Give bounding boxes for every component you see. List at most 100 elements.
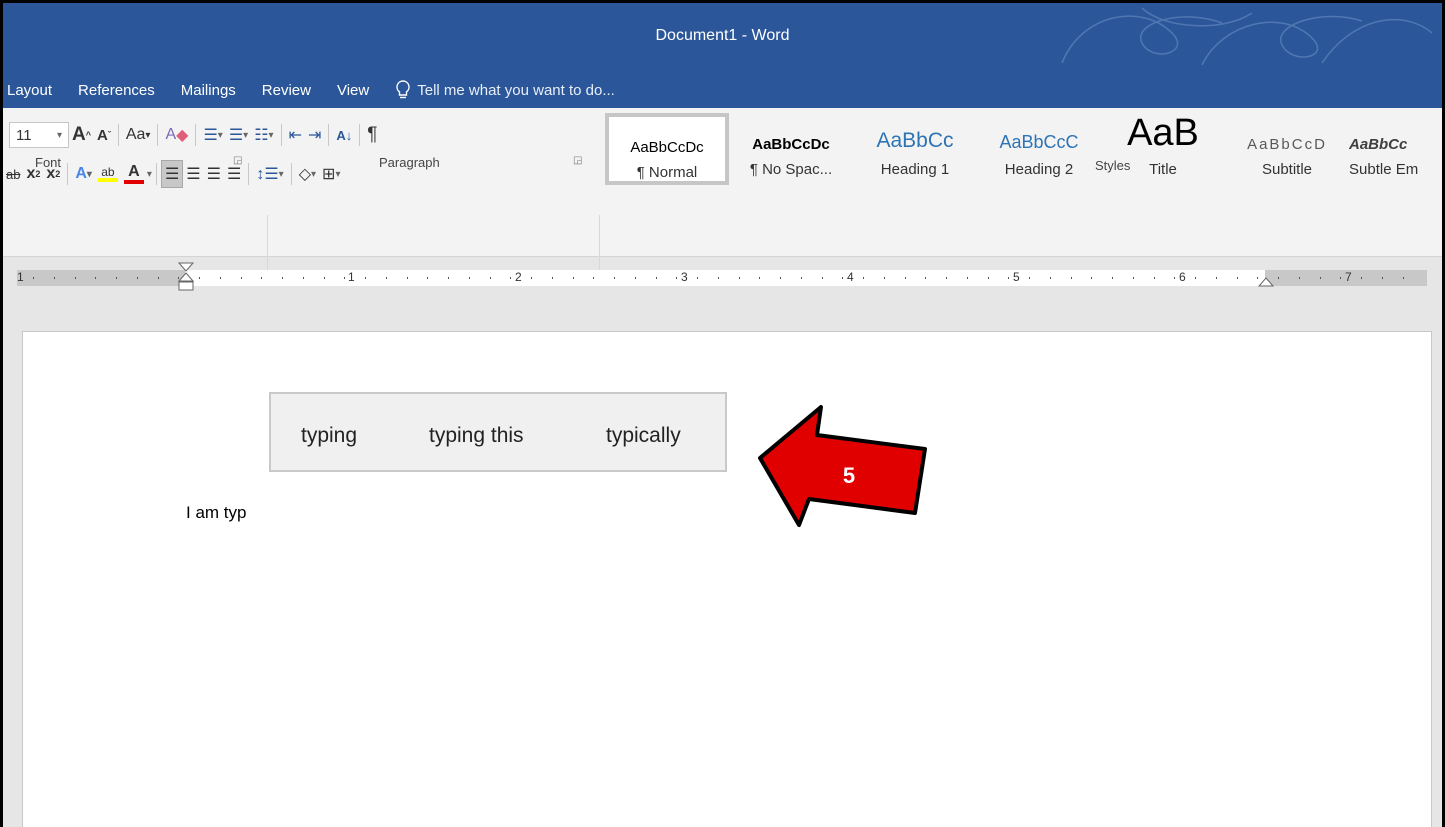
ruler-tick — [1216, 277, 1217, 279]
ruler-tick — [614, 277, 615, 279]
strikethrough-icon[interactable]: ab — [3, 161, 23, 187]
ruler-tick — [448, 277, 449, 279]
ruler-tick — [261, 277, 262, 279]
ruler-tick — [1340, 277, 1341, 279]
shading-icon[interactable]: ◇ ▾ — [296, 161, 319, 187]
divider — [248, 163, 250, 185]
dialog-launcher-icon[interactable]: ◲ — [233, 155, 242, 166]
ruler-tick — [822, 277, 823, 279]
dialog-launcher-icon[interactable]: ◲ — [573, 155, 582, 166]
suggestion-item[interactable]: typing — [301, 424, 357, 448]
style-subtitle[interactable]: AaBbCcD Subtitle — [1225, 113, 1349, 185]
divider — [117, 124, 119, 146]
ruler-number: 1 — [17, 270, 24, 284]
suggestion-item[interactable]: typically — [606, 424, 681, 448]
right-indent-marker-icon[interactable] — [1258, 262, 1274, 292]
align-right-icon[interactable]: ☰ — [204, 161, 224, 187]
style-sample: AaB — [1127, 113, 1199, 153]
ruler-tick — [324, 277, 325, 279]
divider — [155, 163, 157, 185]
style-heading-1[interactable]: AaBbCc Heading 1 — [853, 113, 977, 185]
document-page[interactable] — [22, 331, 1432, 827]
ruler-tick — [116, 277, 117, 279]
horizontal-ruler[interactable]: 1 1 2 3 4 5 6 7 — [3, 262, 1442, 292]
style-name: Subtle Em — [1349, 161, 1419, 178]
document-text[interactable]: I am typ — [186, 503, 246, 523]
ruler-tick — [490, 277, 491, 279]
divider — [359, 124, 361, 146]
ruler-tick — [344, 277, 345, 279]
align-left-icon[interactable]: ☰ — [160, 160, 184, 188]
ruler-tick — [1050, 277, 1051, 279]
ruler-tick — [967, 277, 968, 279]
style-heading-2[interactable]: AaBbCcC Heading 2 — [977, 113, 1101, 185]
ruler-tick — [1195, 277, 1196, 279]
style-name: Heading 2 — [1004, 161, 1074, 178]
ruler-tick — [1029, 277, 1030, 279]
ruler-tick — [95, 277, 96, 279]
ruler-tick — [1382, 277, 1383, 279]
tab-view[interactable]: View — [337, 82, 369, 99]
paragraph-group-label: Paragraph — [379, 155, 440, 170]
ruler-tick — [676, 277, 677, 279]
ruler-tick — [75, 277, 76, 279]
sort-icon[interactable]: A↓ — [333, 122, 355, 148]
divider — [157, 124, 159, 146]
ruler-tick — [365, 277, 366, 279]
font-size-value: 11 — [16, 126, 32, 144]
change-case-icon[interactable]: Aa ▾ — [123, 122, 154, 148]
divider — [67, 163, 69, 185]
tell-me-search[interactable]: Tell me what you want to do... — [395, 80, 615, 100]
style-no-spacing[interactable]: AaBbCcDc ¶ No Spac... — [729, 113, 853, 185]
line-spacing-icon[interactable]: ↕☰ ▾ — [253, 161, 286, 187]
divider — [195, 124, 197, 146]
ruler-number: 3 — [681, 270, 688, 284]
ruler-tick — [863, 277, 864, 279]
text-prediction-popup: typing typing this typically — [269, 392, 727, 472]
style-subtle-emphasis[interactable]: AaBbCc Subtle Em — [1349, 113, 1429, 185]
clear-formatting-icon[interactable]: A ◆ — [162, 122, 191, 148]
suggestion-item[interactable]: typing this — [429, 424, 524, 448]
callout-arrow-icon: 5 — [758, 405, 927, 527]
ruler-tick — [158, 277, 159, 279]
font-row-1: 11 ▾ A ^ Aˇ Aa ▾ A ◆ ☰ ▾ ☰ ▾ ☷ ▾ ⇤ ⇥ A↓ ¶ — [9, 122, 380, 148]
style-title[interactable]: AaB Title — [1101, 113, 1225, 185]
bullets-icon[interactable]: ☰ ▾ — [200, 122, 225, 148]
font-color-icon[interactable]: A — [121, 161, 147, 187]
tab-references[interactable]: References — [78, 82, 155, 99]
shrink-font-icon[interactable]: Aˇ — [94, 122, 114, 148]
text-effects-icon[interactable]: A ▾ — [72, 161, 95, 187]
ruler-tick — [552, 277, 553, 279]
font-size-box[interactable]: 11 ▾ — [9, 122, 69, 148]
decorative-swirl — [1061, 7, 1433, 66]
callout-number: 5 — [843, 463, 855, 488]
borders-icon[interactable]: ⊞ ▾ — [319, 161, 343, 187]
increase-indent-icon[interactable]: ⇥ — [305, 122, 324, 148]
ruler-number: 1 — [348, 270, 355, 284]
tab-review[interactable]: Review — [262, 82, 311, 99]
ruler-tick — [1403, 277, 1404, 279]
style-sample: AaBbCc — [1349, 136, 1408, 153]
align-center-icon[interactable]: ☰ — [183, 161, 203, 187]
ribbon-tabs: Layout References Mailings Review View T… — [3, 77, 615, 103]
multilevel-list-icon[interactable]: ☷ ▾ — [251, 122, 276, 148]
ruler-tick — [635, 277, 636, 279]
tab-mailings[interactable]: Mailings — [181, 82, 236, 99]
tab-layout[interactable]: Layout — [7, 82, 52, 99]
style-sample: AaBbCcD — [1247, 136, 1327, 153]
tell-me-text: Tell me what you want to do... — [417, 81, 615, 99]
numbering-icon[interactable]: ☰ ▾ — [226, 122, 251, 148]
indent-marker-icon[interactable] — [177, 262, 195, 292]
highlight-color-icon[interactable]: ab — [95, 161, 121, 187]
ruler-tick — [510, 277, 511, 279]
grow-font-icon[interactable]: A ^ — [69, 122, 94, 148]
ruler-tick — [1174, 277, 1175, 279]
pilcrow-icon[interactable]: ¶ — [364, 122, 380, 148]
decrease-indent-icon[interactable]: ⇤ — [286, 122, 305, 148]
font-group-label: Font — [35, 155, 62, 170]
ruler-tick — [905, 277, 906, 279]
ruler-tick — [718, 277, 719, 279]
style-normal[interactable]: AaBbCcDc ¶ Normal — [605, 113, 729, 185]
ruler-ticks — [33, 277, 1404, 279]
ruler-tick — [697, 277, 698, 279]
